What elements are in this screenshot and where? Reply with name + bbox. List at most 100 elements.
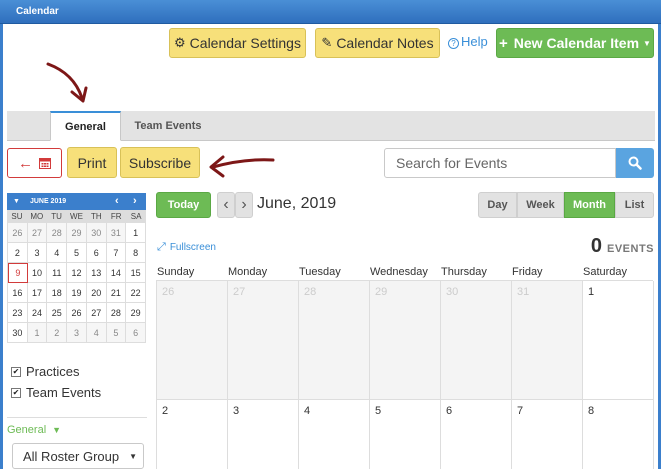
month-day-cell[interactable]: 3	[228, 400, 299, 469]
new-calendar-item-button[interactable]: + New Calendar Item ▼	[496, 28, 654, 58]
mini-calendar-day[interactable]: 30	[8, 323, 28, 343]
mini-calendar-day[interactable]: 2	[8, 243, 28, 263]
mini-calendar-day[interactable]: 15	[126, 263, 146, 283]
mini-calendar-day[interactable]: 17	[27, 283, 48, 303]
caret-down-icon: ▼	[52, 425, 62, 435]
mini-calendar-day[interactable]: 27	[86, 303, 107, 323]
general-dropdown[interactable]: General ▼	[7, 424, 61, 436]
filter-team-events-label: Team Events	[26, 385, 102, 400]
month-day-cell[interactable]: 29	[370, 281, 441, 400]
month-day-cell[interactable]: 27	[228, 281, 299, 400]
checkbox-practices[interactable]: ✔	[11, 366, 21, 377]
view-list-button[interactable]: List	[615, 192, 654, 218]
checkbox-team-events[interactable]: ✔	[11, 387, 21, 398]
month-day-cell[interactable]: 6	[441, 400, 512, 469]
month-day-cell[interactable]: 5	[370, 400, 441, 469]
month-day-cell[interactable]: 7	[512, 400, 583, 469]
search-button[interactable]	[616, 148, 654, 178]
mini-calendar-day[interactable]: 9	[8, 263, 28, 283]
tab-general[interactable]: General	[50, 111, 121, 141]
prev-month-button[interactable]: ‹	[217, 192, 235, 218]
mini-calendar-day[interactable]: 6	[126, 323, 146, 343]
today-button[interactable]: Today	[156, 192, 211, 218]
calendar-notes-button[interactable]: ✎ Calendar Notes	[315, 28, 440, 58]
mini-calendar-day[interactable]: 28	[106, 303, 127, 323]
mini-calendar-day[interactable]: 31	[106, 223, 127, 243]
mini-calendar-day[interactable]: 3	[67, 323, 87, 343]
mini-calendar-day[interactable]: 19	[67, 283, 87, 303]
mini-calendar-weekdays: SU MO TU WE TH FR SA	[7, 210, 146, 223]
calendar-settings-button[interactable]: ⚙ Calendar Settings	[169, 28, 306, 58]
print-button[interactable]: Print	[67, 147, 117, 178]
mini-calendar-day[interactable]: 13	[86, 263, 107, 283]
month-day-cell[interactable]: 31	[512, 281, 583, 400]
month-day-cell[interactable]: 28	[299, 281, 370, 400]
month-day-cell[interactable]: 8	[583, 400, 654, 469]
search-field[interactable]	[384, 148, 616, 178]
mini-calendar-day[interactable]: 8	[126, 243, 146, 263]
mini-calendar-day[interactable]: 3	[27, 243, 48, 263]
mini-calendar-day[interactable]: 1	[126, 223, 146, 243]
mini-calendar-day[interactable]: 27	[27, 223, 48, 243]
month-day-cell[interactable]: 2	[157, 400, 228, 469]
mini-calendar-day[interactable]: 21	[106, 283, 127, 303]
back-to-calendar-button[interactable]: ←	[7, 148, 62, 178]
month-day-cell[interactable]: 26	[157, 281, 228, 400]
mini-calendar-day[interactable]: 5	[106, 323, 127, 343]
filter-team-events[interactable]: ✔ Team Events	[11, 382, 101, 403]
month-day-cell[interactable]: 4	[299, 400, 370, 469]
mini-calendar-day[interactable]: 23	[8, 303, 28, 323]
view-day-button[interactable]: Day	[478, 192, 517, 218]
month-day-cell[interactable]: 1	[583, 281, 654, 400]
view-month-label: Month	[573, 199, 606, 211]
mini-calendar-day[interactable]: 16	[8, 283, 28, 303]
mini-calendar-day[interactable]: 6	[86, 243, 107, 263]
month-weekday-header: Sunday Monday Tuesday Wednesday Thursday…	[157, 266, 654, 280]
mini-prev-icon[interactable]: ‹	[115, 195, 119, 207]
mini-calendar-day[interactable]: 20	[86, 283, 107, 303]
mini-calendar-day[interactable]: 22	[126, 283, 146, 303]
mini-calendar-days: 26 27 28 29 30 31 1 2 3 4 5 6 7 8 9 10 11 12 13 14 15 16 17 18 1…	[7, 223, 146, 343]
arrow-left-icon: ←	[18, 154, 33, 172]
subscribe-label: Subscribe	[128, 154, 192, 171]
mini-calendar-day[interactable]: 14	[106, 263, 127, 283]
roster-group-select[interactable]: All Roster Group ▼	[12, 443, 144, 469]
mini-calendar-day[interactable]: 30	[86, 223, 107, 243]
fullscreen-link[interactable]: ⤢ Fullscreen	[157, 241, 216, 254]
mini-calendar-day[interactable]: 29	[67, 223, 87, 243]
next-month-button[interactable]: ›	[235, 192, 253, 218]
tab-team-events[interactable]: Team Events	[125, 111, 211, 141]
window-title: Calendar	[16, 6, 59, 17]
mini-calendar-day[interactable]: 12	[67, 263, 87, 283]
mini-calendar-day[interactable]: 28	[47, 223, 68, 243]
mini-calendar-day[interactable]: 26	[67, 303, 87, 323]
mini-calendar-day[interactable]: 29	[126, 303, 146, 323]
view-week-button[interactable]: Week	[517, 192, 564, 218]
mini-calendar-day[interactable]: 4	[47, 243, 68, 263]
mini-calendar-day[interactable]: 18	[47, 283, 68, 303]
month-day-cell[interactable]: 30	[441, 281, 512, 400]
filter-practices[interactable]: ✔ Practices	[11, 361, 101, 382]
mini-calendar-day[interactable]: 25	[47, 303, 68, 323]
subscribe-button[interactable]: Subscribe	[120, 147, 200, 178]
mini-dow: WE	[70, 212, 83, 221]
roster-group-label: All Roster Group	[23, 448, 120, 464]
mini-calendar-day[interactable]: 2	[47, 323, 68, 343]
view-month-button[interactable]: Month	[564, 192, 615, 218]
help-link[interactable]: ? Help	[448, 34, 488, 49]
mini-calendar-day[interactable]: 5	[67, 243, 87, 263]
mini-calendar-day[interactable]: 10	[27, 263, 48, 283]
mini-calendar-day[interactable]: 1	[27, 323, 48, 343]
filter-practices-label: Practices	[26, 364, 80, 379]
mini-calendar-day[interactable]: 24	[27, 303, 48, 323]
weekday-label: Wednesday	[370, 266, 428, 278]
mini-next-icon[interactable]: ›	[133, 195, 137, 207]
search-input[interactable]	[385, 149, 615, 177]
tab-team-events-label: Team Events	[134, 120, 202, 132]
mini-calendar-day[interactable]: 7	[106, 243, 127, 263]
mini-calendar-day[interactable]: 4	[86, 323, 107, 343]
mini-calendar-day[interactable]: 11	[47, 263, 68, 283]
caret-down-icon[interactable]: ▼	[13, 198, 20, 205]
mini-calendar-day[interactable]: 26	[8, 223, 28, 243]
month-grid: 26 27 28 29 30 31 1 2 3 4 5 6 7 8	[156, 280, 654, 469]
